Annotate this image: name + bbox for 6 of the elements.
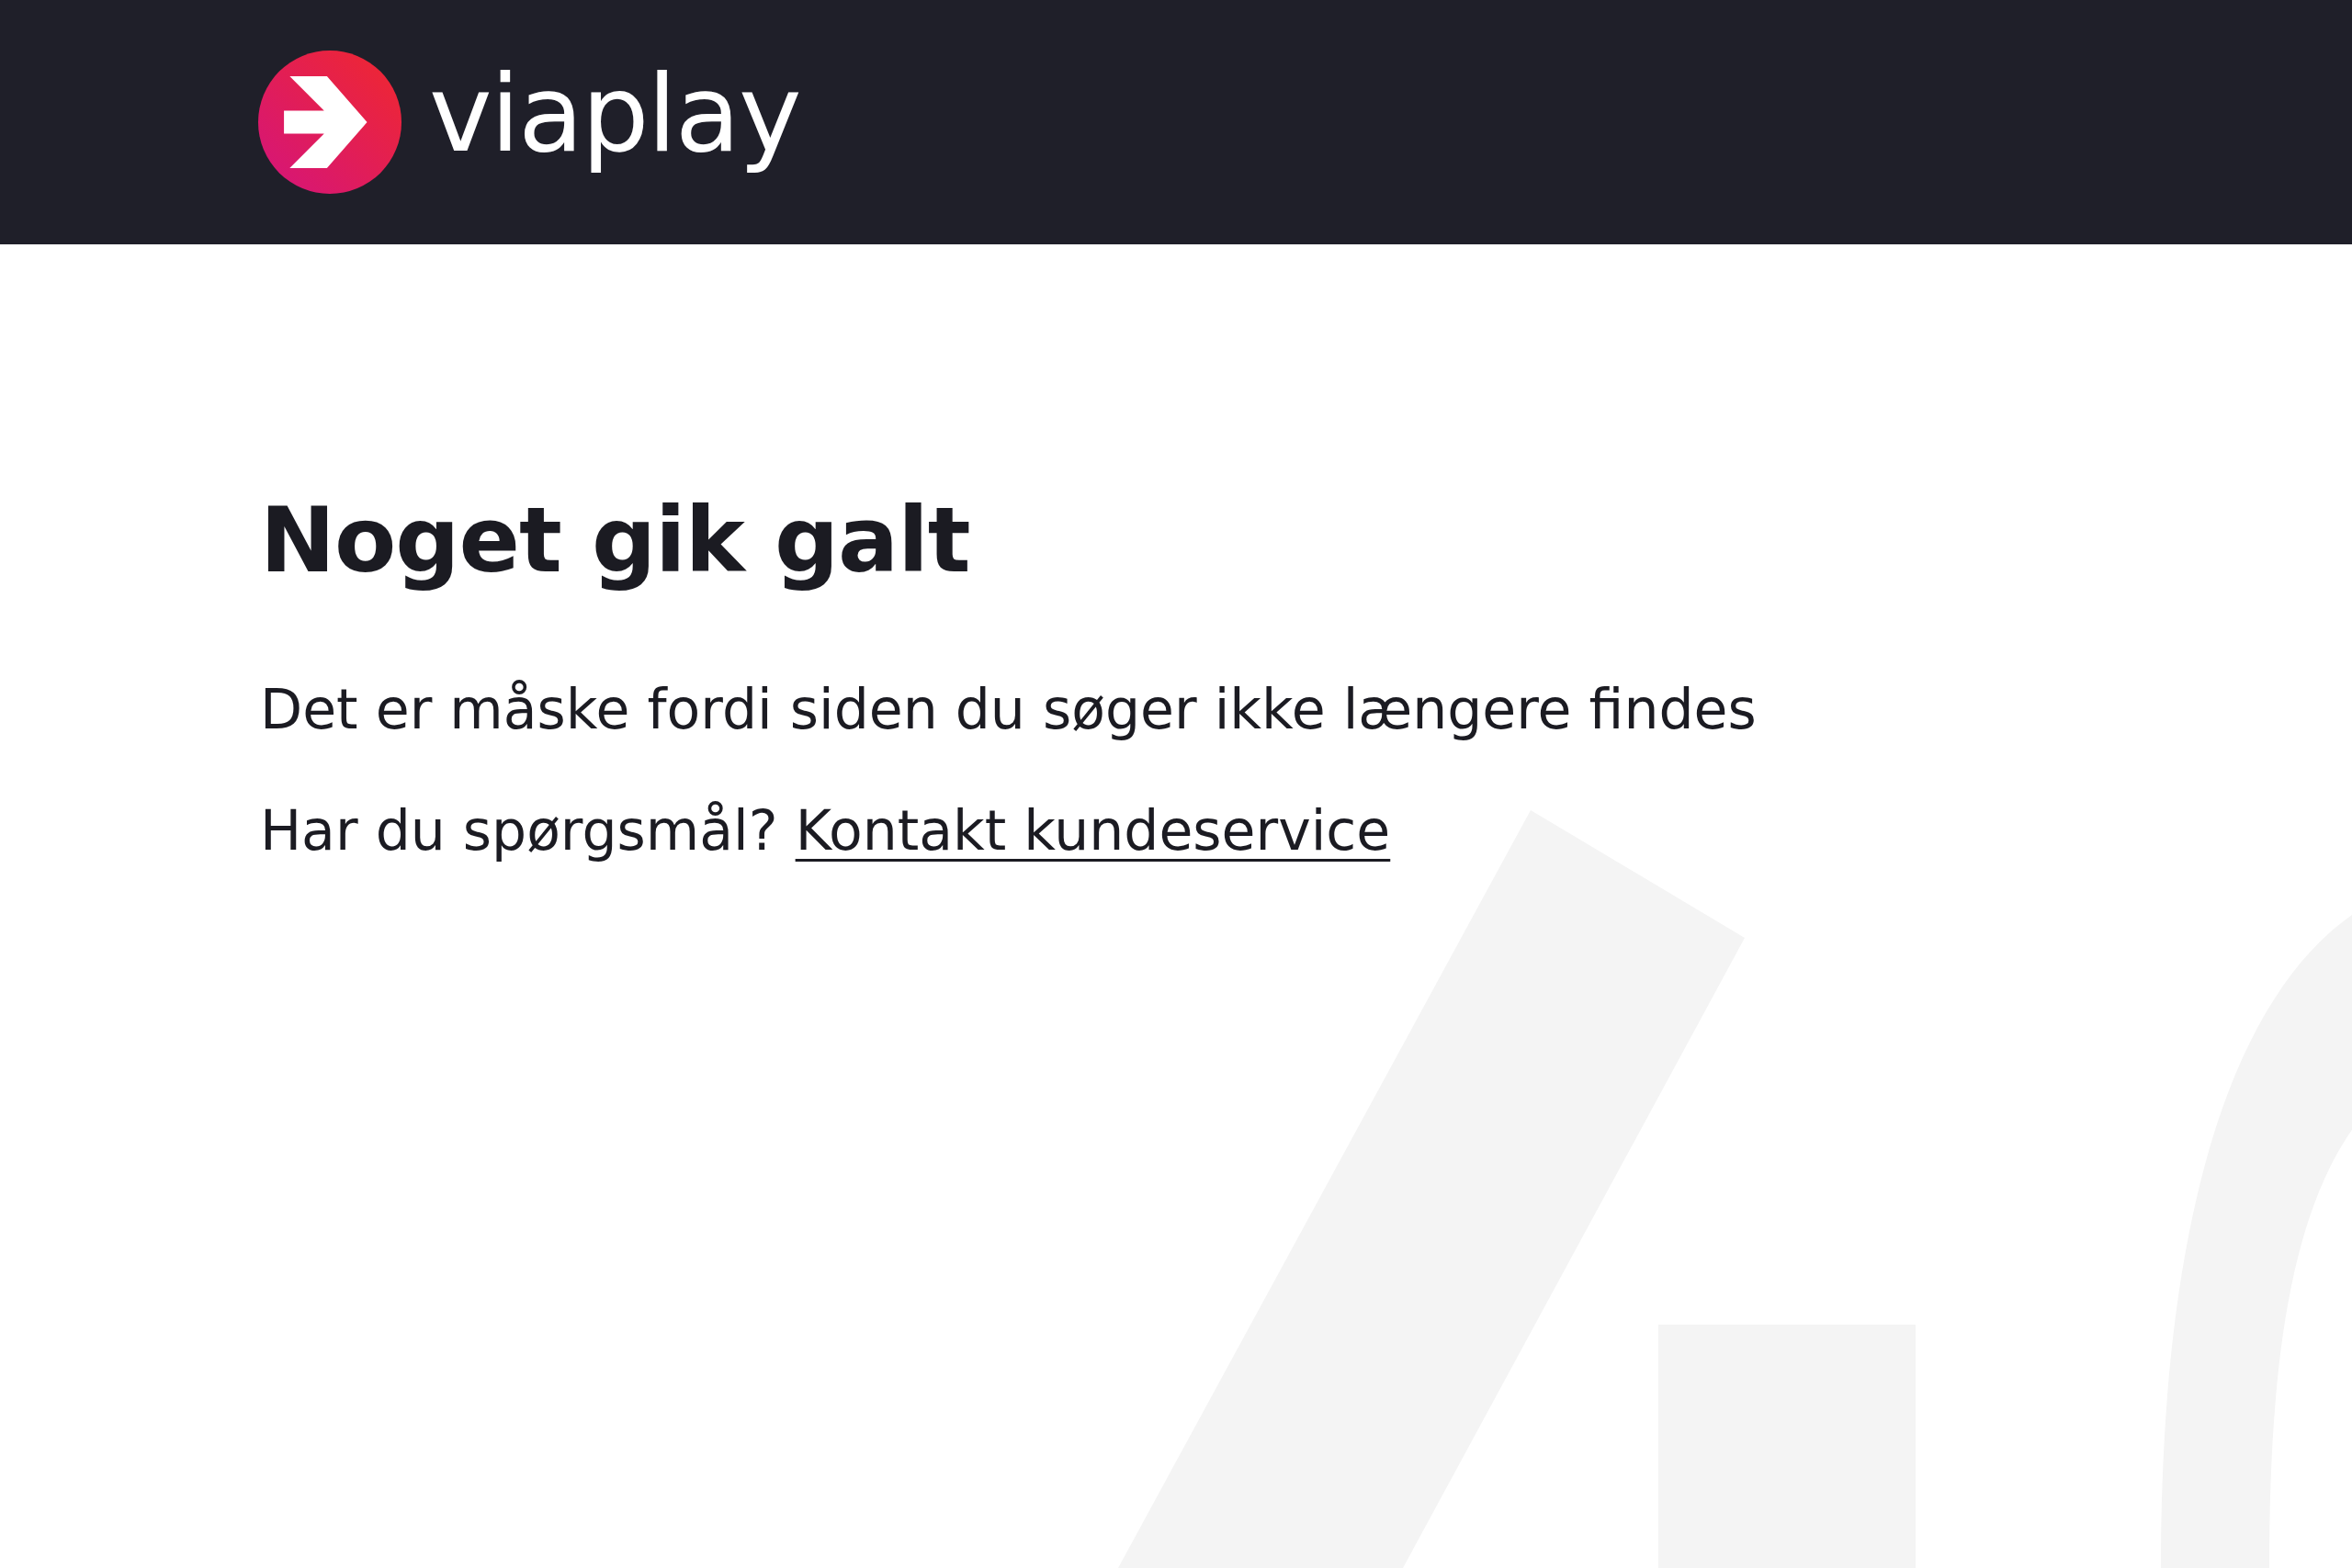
error-title: Noget gik galt (260, 488, 971, 592)
brand-name: viaplay (429, 61, 800, 177)
play-logo-icon (258, 51, 401, 194)
error-message: Det er måske fordi siden du søger ikke længere findes (260, 677, 1758, 741)
help-text: Har du spørgsmål? (260, 798, 778, 863)
customer-service-link[interactable]: Kontakt kundeservice (795, 798, 1391, 863)
